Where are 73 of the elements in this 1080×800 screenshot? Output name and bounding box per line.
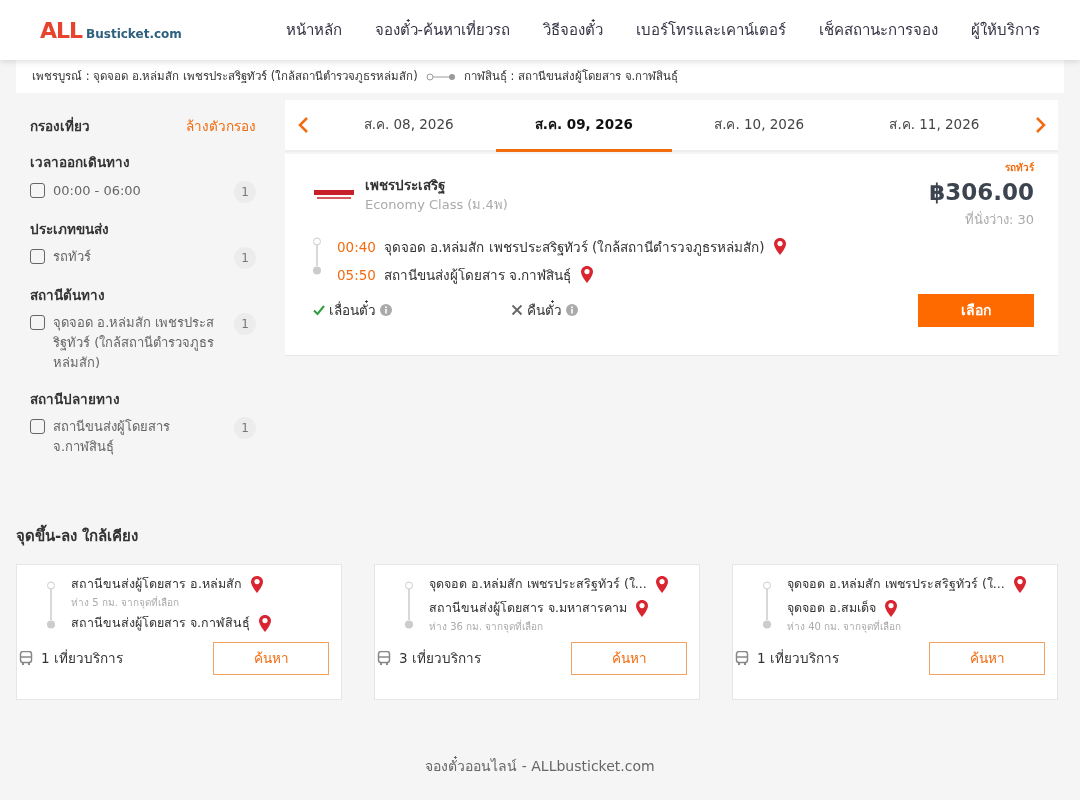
operator-logo	[313, 187, 357, 202]
stop-name: จุดจอด อ.หล่มสัก เพชรประสริฐทัวร์ (ใ...	[429, 575, 647, 594]
date-tab[interactable]: ส.ค. 11, 2026	[846, 100, 1022, 152]
checkbox[interactable]	[30, 182, 45, 198]
trip-count: 3 เที่ยวบริการ	[399, 648, 481, 669]
trip-count: 1 เที่ยวบริการ	[41, 648, 123, 669]
map-pin-icon	[249, 574, 264, 595]
site-logo[interactable]: ALL Busticket.com	[40, 13, 182, 47]
chevron-left-icon	[296, 116, 310, 134]
checkbox[interactable]	[30, 419, 45, 435]
departure-time: 05:50	[337, 266, 376, 286]
info-icon	[380, 304, 392, 316]
seats-available: ที่นั่งว่าง: 30	[963, 210, 1034, 229]
map-pin-icon	[654, 574, 669, 595]
bus-icon	[735, 651, 749, 666]
count-badge: 1	[234, 313, 256, 335]
stop-name: จุดจอด อ.สมเด็จ	[787, 599, 876, 618]
nav-link[interactable]: จองตั๋ว-ค้นหาเที่ยวรถ	[374, 18, 510, 42]
trip-count: 1 เที่ยวบริการ	[757, 648, 839, 669]
vehicle-type-label: รถทัวร์	[1005, 161, 1034, 175]
policy-label: คืนตั๋ว	[527, 299, 562, 320]
map-pin-icon	[634, 598, 649, 619]
timeline-drawing	[763, 580, 771, 629]
stop-name: สถานีขนส่งผู้โดยสาร จ.มหาสารคาม	[429, 599, 627, 618]
date-tab[interactable]: ส.ค. 08, 2026	[321, 100, 497, 152]
bus-icon	[19, 651, 33, 666]
timeline-drawing	[47, 580, 55, 629]
nav-link[interactable]: เบอร์โทรและเคาน์เตอร์	[636, 18, 786, 42]
filter-group-title: สถานีต้นทาง	[30, 285, 106, 305]
route-destination: กาฬสินธุ์ : สถานีขนส่งผู้โดยสาร จ.กาฬสินธุ์	[463, 67, 679, 85]
chevron-right-icon	[1033, 116, 1047, 134]
stop-name: สถานีขนส่งผู้โดยสาร จ.กาฬสินธุ์	[71, 614, 250, 633]
bus-icon	[377, 651, 391, 666]
stop-name: สถานีขนส่งผู้โดยสาร จ.กาฬสินธุ์	[383, 266, 572, 286]
filter-group-title: เวลาออกเดินทาง	[30, 153, 131, 173]
bus-class: Economy Class (ม.4พ)	[365, 196, 508, 215]
timeline-drawing	[405, 580, 413, 629]
count-badge: 1	[234, 417, 256, 440]
timeline-drawing	[313, 237, 321, 275]
filter-option-label: สถานีขนส่งผู้โดยสาร จ.กาฬสินธุ์	[53, 418, 171, 457]
filter-option-label: 00:00 - 06:00	[53, 181, 142, 200]
departure-time: 00:40	[337, 238, 376, 257]
nav-link[interactable]: เช็คสถานะการจอง	[819, 18, 938, 42]
nav-link[interactable]: ผู้ให้บริการ	[971, 18, 1040, 42]
policy-label: เลื่อนตั๋ว	[329, 299, 376, 320]
operator-name: เพชรประเสริฐ	[365, 176, 446, 196]
filter-option-label: รถทัวร์	[53, 247, 92, 266]
distance-note: ห่าง 36 กม. จากจุดที่เลือก	[429, 618, 545, 634]
filter-title: กรองเที่ยว	[30, 116, 90, 136]
map-pin-icon	[883, 598, 898, 619]
filter-group-title: สถานีปลายทาง	[30, 390, 121, 409]
count-badge: 1	[234, 180, 256, 203]
footer-text: จองตั๋วออนไลน์ - ALLbusticket.com	[425, 757, 655, 774]
map-pin-icon	[257, 613, 272, 634]
route-origin: เพชรบูรณ์ : จุดจอด อ.หล่มสัก เพชรประสริฐทัวร์ (ใกล้สถานีตำรวจภูธรหล่มสัก)	[32, 67, 418, 85]
stop-name: จุดจอด อ.หล่มสัก เพชรประสริฐทัวร์ (ใกล้สถานีตำรวจภูธรหล่มสัก)	[383, 238, 765, 258]
price: ฿306.00	[929, 178, 1034, 207]
filter-group-title: ประเภทขนส่ง	[30, 219, 110, 239]
section-title: จุดขึ้น-ลง ใกล้เคียง	[16, 525, 1058, 548]
checkbox[interactable]	[30, 248, 45, 264]
route-arrow-icon	[425, 72, 456, 81]
nav-link[interactable]: วิธีจองตั๋ว	[543, 18, 603, 42]
info-icon	[566, 304, 578, 316]
count-badge: 1	[234, 246, 256, 269]
checkbox[interactable]	[30, 315, 45, 330]
distance-note: ห่าง 5 กม. จากจุดที่เลือก	[71, 594, 181, 610]
stop-name: จุดจอด อ.หล่มสัก เพชรประสริฐทัวร์ (ใ...	[787, 575, 1005, 594]
map-pin-icon	[1012, 574, 1027, 595]
stop-name: สถานีขนส่งผู้โดยสาร อ.หล่มสัก	[71, 575, 242, 594]
distance-note: ห่าง 40 กม. จากจุดที่เลือก	[787, 618, 903, 634]
date-tab[interactable]: ส.ค. 10, 2026	[671, 100, 847, 152]
nav-link[interactable]: หน้าหลัก	[285, 18, 342, 42]
filter-option-label: จุดจอด อ.หล่มสัก เพชรประสริฐทัวร์ (ใกล้สถานีตำรวจภูธรหล่มสัก)	[53, 314, 216, 372]
